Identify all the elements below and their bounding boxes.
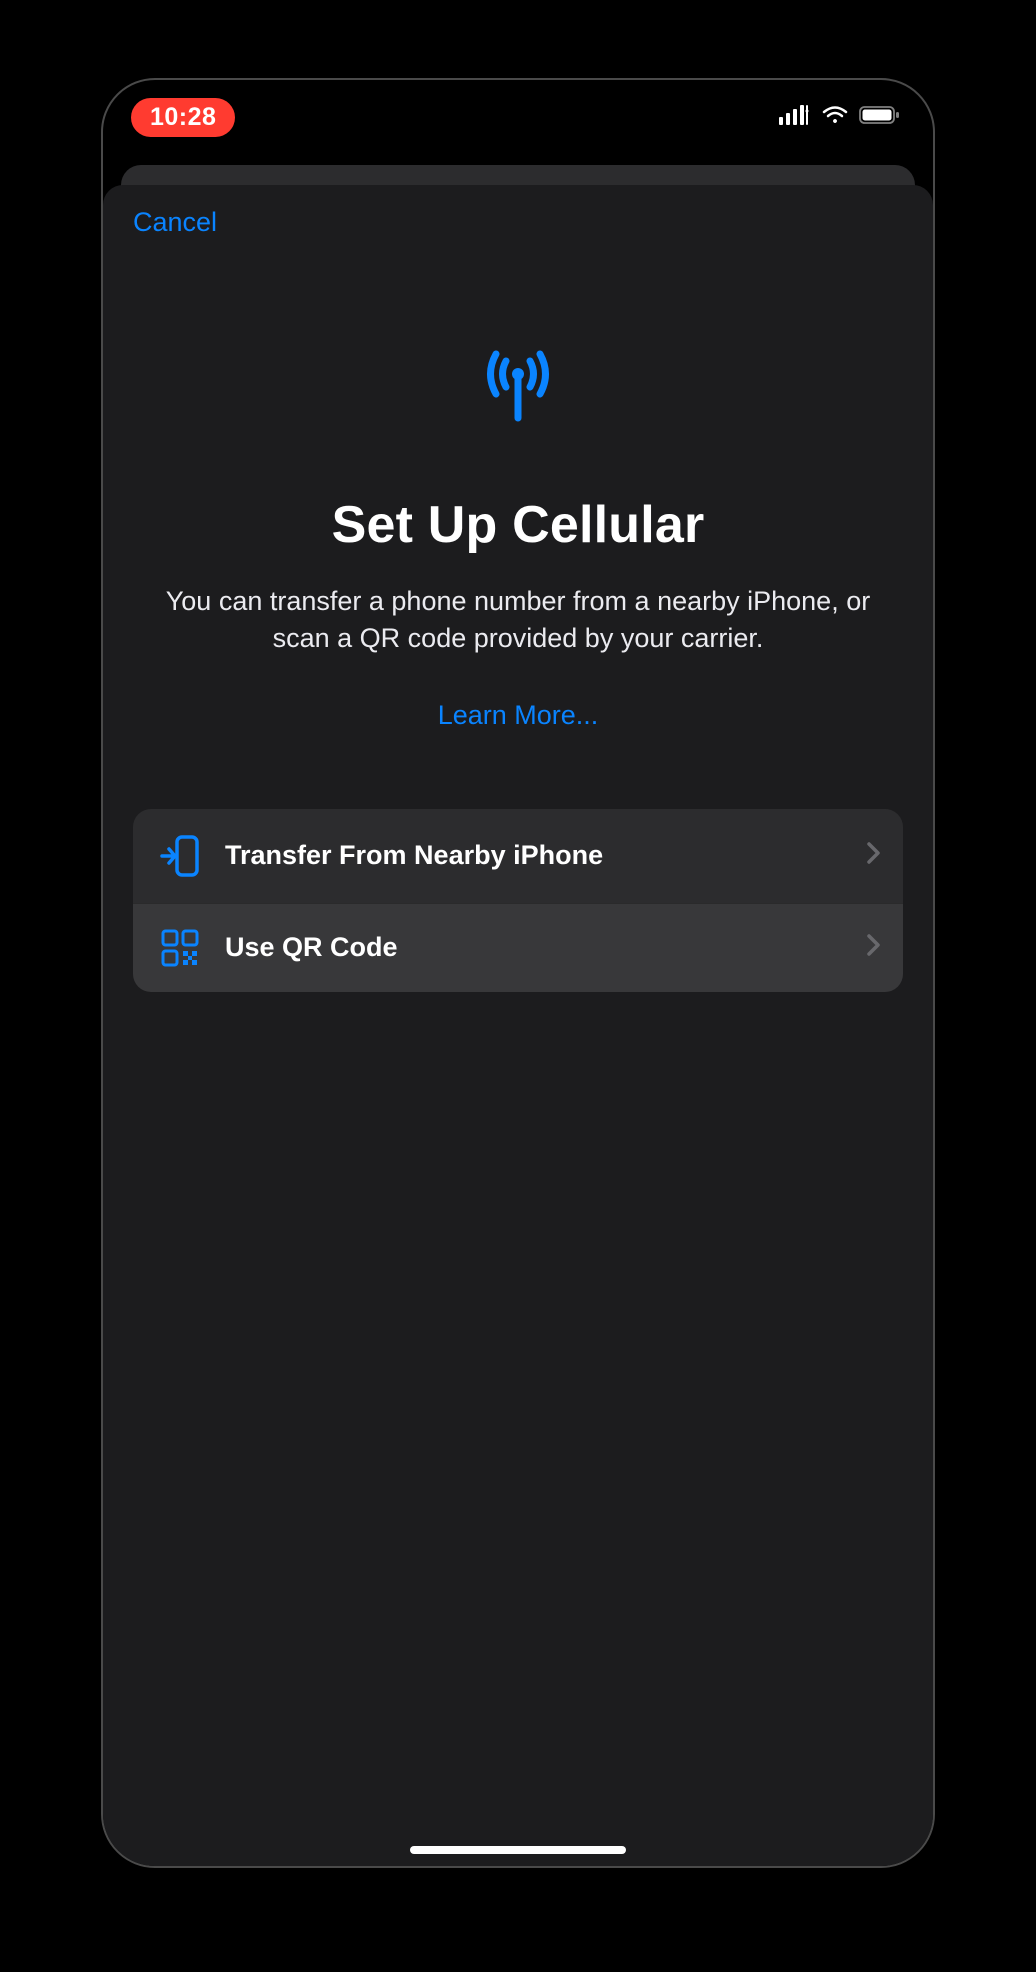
action-list: Transfer From Nearby iPhone bbox=[133, 809, 903, 992]
sheet-body: Set Up Cellular You can transfer a phone… bbox=[103, 238, 933, 992]
setup-cellular-sheet: Cancel Set Up Cellular Y bbox=[103, 185, 933, 1866]
cancel-button[interactable]: Cancel bbox=[133, 207, 217, 238]
action-use-qr-code[interactable]: Use QR Code bbox=[133, 903, 903, 992]
status-time-recording-pill[interactable]: 10:28 bbox=[131, 98, 235, 137]
action-label: Use QR Code bbox=[225, 932, 867, 963]
home-indicator[interactable] bbox=[410, 1846, 626, 1854]
page-title: Set Up Cellular bbox=[332, 495, 705, 555]
chevron-right-icon bbox=[867, 842, 881, 869]
status-bar: 10:28 bbox=[103, 80, 933, 154]
page-description: You can transfer a phone number from a n… bbox=[133, 583, 903, 658]
learn-more-link[interactable]: Learn More... bbox=[438, 700, 599, 731]
sheet-header: Cancel bbox=[103, 185, 933, 238]
device-frame: 10:28 bbox=[101, 78, 935, 1868]
action-transfer-from-nearby-iphone[interactable]: Transfer From Nearby iPhone bbox=[133, 809, 903, 903]
wifi-icon bbox=[821, 105, 849, 130]
action-label: Transfer From Nearby iPhone bbox=[225, 840, 867, 871]
cellular-antenna-icon bbox=[464, 336, 572, 433]
qr-code-icon bbox=[157, 928, 203, 968]
status-right bbox=[779, 105, 901, 130]
chevron-right-icon bbox=[867, 934, 881, 961]
cellular-signal-icon bbox=[779, 105, 811, 130]
transfer-phone-icon bbox=[157, 833, 203, 879]
battery-icon bbox=[859, 105, 901, 130]
